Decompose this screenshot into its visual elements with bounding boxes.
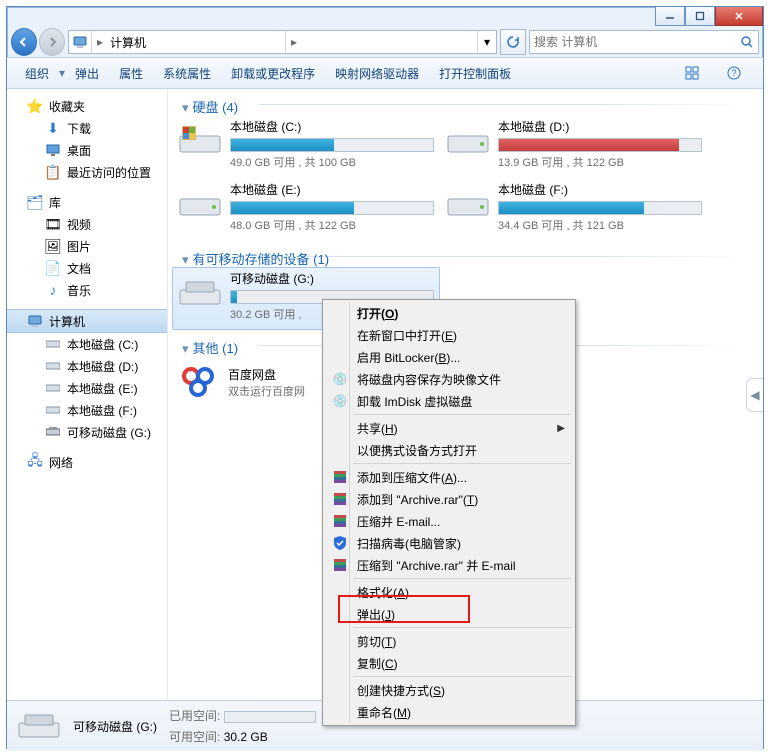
back-button[interactable] bbox=[11, 28, 37, 56]
menu-share[interactable]: 共享(H)▶ bbox=[325, 417, 573, 439]
toolbar-uninstall[interactable]: 卸载或更改程序 bbox=[221, 65, 325, 82]
drive-c[interactable]: 本地磁盘 (C:)49.0 GB 可用 , 共 100 GB bbox=[172, 115, 440, 178]
menu-save-image[interactable]: 💿将磁盘内容保存为映像文件 bbox=[325, 368, 573, 390]
video-icon: 🎞 bbox=[45, 216, 61, 232]
drive-f[interactable]: 本地磁盘 (F:)34.4 GB 可用 , 共 121 GB bbox=[440, 178, 708, 241]
drive-e[interactable]: 本地磁盘 (E:)48.0 GB 可用 , 共 122 GB bbox=[172, 178, 440, 241]
view-icon[interactable] bbox=[671, 62, 713, 84]
address-bar[interactable]: ▸ 计算机 ▸ ▾ bbox=[68, 30, 497, 54]
picture-icon: 🖼 bbox=[45, 238, 61, 254]
search-icon[interactable] bbox=[736, 35, 758, 49]
menu-cut[interactable]: 剪切(T) bbox=[325, 630, 573, 652]
menu-open[interactable]: 打开(O) bbox=[325, 302, 573, 324]
address-dropdown[interactable]: ▾ bbox=[477, 31, 496, 53]
sidebar-drive-g[interactable]: 可移动磁盘 (G:) bbox=[7, 421, 167, 443]
help-icon[interactable]: ? bbox=[713, 62, 755, 84]
download-icon: ⬇ bbox=[45, 120, 61, 136]
sidebar-network[interactable]: 🖧网络 bbox=[7, 451, 167, 473]
rar-icon bbox=[331, 468, 349, 486]
toolbar-mapdrive[interactable]: 映射网络驱动器 bbox=[325, 65, 429, 82]
sidebar-downloads[interactable]: ⬇下载 bbox=[7, 117, 167, 139]
music-icon: ♪ bbox=[45, 282, 61, 298]
toolbar-sysprops[interactable]: 系统属性 bbox=[153, 65, 221, 82]
sidebar-videos[interactable]: 🎞视频 bbox=[7, 213, 167, 235]
document-icon: 📄 bbox=[45, 260, 61, 276]
sidebar-computer[interactable]: 计算机 bbox=[7, 309, 167, 333]
context-menu: 打开(O) 在新窗口中打开(E) 启用 BitLocker(B)... 💿将磁盘… bbox=[322, 299, 576, 726]
removable-icon bbox=[17, 708, 61, 744]
drive-icon bbox=[45, 380, 61, 396]
menu-add-rar[interactable]: 添加到 "Archive.rar"(T) bbox=[325, 488, 573, 510]
menu-zip-email[interactable]: 压缩并 E-mail... bbox=[325, 510, 573, 532]
drive-icon bbox=[446, 118, 490, 162]
library-icon: 🗂 bbox=[27, 194, 43, 210]
menu-shortcut[interactable]: 创建快捷方式(S) bbox=[325, 679, 573, 701]
status-title: 可移动磁盘 (G:) bbox=[73, 718, 157, 735]
status-used-bar bbox=[224, 711, 316, 723]
baidu-icon bbox=[178, 362, 218, 402]
sidebar-drive-e[interactable]: 本地磁盘 (E:) bbox=[7, 377, 167, 399]
maximize-button[interactable] bbox=[685, 7, 715, 26]
menu-eject[interactable]: 弹出(J) bbox=[325, 603, 573, 625]
menu-portable[interactable]: 以便携式设备方式打开 bbox=[325, 439, 573, 461]
sidebar-libraries[interactable]: 🗂库 bbox=[7, 191, 167, 213]
toolbar-eject[interactable]: 弹出 bbox=[65, 65, 109, 82]
menu-unmount-imdisk[interactable]: 💿卸载 ImDisk 虚拟磁盘 bbox=[325, 390, 573, 412]
chevron-right-icon: ▶ bbox=[557, 423, 565, 434]
drive-icon bbox=[178, 181, 222, 225]
drive-icon bbox=[45, 402, 61, 418]
refresh-button[interactable] bbox=[500, 29, 526, 55]
removable-icon bbox=[178, 270, 222, 314]
menu-copy[interactable]: 复制(C) bbox=[325, 652, 573, 674]
computer-icon bbox=[72, 34, 88, 50]
menu-rename[interactable]: 重命名(M) bbox=[325, 701, 573, 723]
computer-icon bbox=[27, 313, 43, 329]
sidebar-documents[interactable]: 📄文档 bbox=[7, 257, 167, 279]
forward-button[interactable] bbox=[39, 28, 65, 56]
chevron-right-icon[interactable]: ▸ bbox=[91, 31, 108, 53]
star-icon: ⭐ bbox=[27, 98, 43, 114]
rar-icon bbox=[331, 512, 349, 530]
sidebar-recent[interactable]: 📋最近访问的位置 bbox=[7, 161, 167, 183]
shield-icon bbox=[331, 534, 349, 552]
toolbar-organize[interactable]: 组织 bbox=[15, 65, 59, 82]
sidebar-favorites[interactable]: ⭐收藏夹 bbox=[7, 95, 167, 117]
menu-new-window[interactable]: 在新窗口中打开(E) bbox=[325, 324, 573, 346]
toolbar-properties[interactable]: 属性 bbox=[109, 65, 153, 82]
network-icon: 🖧 bbox=[27, 454, 43, 470]
menu-zip-email2[interactable]: 压缩到 "Archive.rar" 并 E-mail bbox=[325, 554, 573, 576]
drive-icon bbox=[446, 181, 490, 225]
drive-d[interactable]: 本地磁盘 (D:)13.9 GB 可用 , 共 122 GB bbox=[440, 115, 708, 178]
sidebar-drive-c[interactable]: 本地磁盘 (C:) bbox=[7, 333, 167, 355]
minimize-button[interactable] bbox=[655, 7, 685, 26]
sidebar-desktop[interactable]: 桌面 bbox=[7, 139, 167, 161]
drive-icon bbox=[178, 118, 222, 162]
search-input[interactable] bbox=[530, 34, 736, 50]
drive-icon bbox=[45, 358, 61, 374]
toolbar-controlpanel[interactable]: 打开控制面板 bbox=[429, 65, 521, 82]
search-box[interactable] bbox=[529, 30, 759, 54]
rar-icon bbox=[331, 556, 349, 574]
close-button[interactable] bbox=[715, 7, 763, 26]
sidebar-pictures[interactable]: 🖼图片 bbox=[7, 235, 167, 257]
preview-pane-toggle[interactable]: ◀ bbox=[746, 378, 763, 412]
recent-icon: 📋 bbox=[45, 164, 61, 180]
breadcrumb-computer[interactable]: 计算机 bbox=[108, 34, 285, 51]
disc-icon: 💿 bbox=[331, 370, 349, 388]
desktop-icon bbox=[45, 142, 61, 158]
chevron-right-icon[interactable]: ▸ bbox=[285, 31, 302, 53]
menu-add-archive[interactable]: 添加到压缩文件(A)... bbox=[325, 466, 573, 488]
removable-icon bbox=[45, 424, 61, 440]
sidebar-music[interactable]: ♪音乐 bbox=[7, 279, 167, 301]
menu-format[interactable]: 格式化(A)... bbox=[325, 581, 573, 603]
svg-text:?: ? bbox=[731, 68, 736, 78]
sidebar-drive-d[interactable]: 本地磁盘 (D:) bbox=[7, 355, 167, 377]
sidebar-drive-f[interactable]: 本地磁盘 (F:) bbox=[7, 399, 167, 421]
disc-icon: 💿 bbox=[331, 392, 349, 410]
rar-icon bbox=[331, 490, 349, 508]
menu-bitlocker[interactable]: 启用 BitLocker(B)... bbox=[325, 346, 573, 368]
menu-scan[interactable]: 扫描病毒(电脑管家) bbox=[325, 532, 573, 554]
drive-icon bbox=[45, 336, 61, 352]
